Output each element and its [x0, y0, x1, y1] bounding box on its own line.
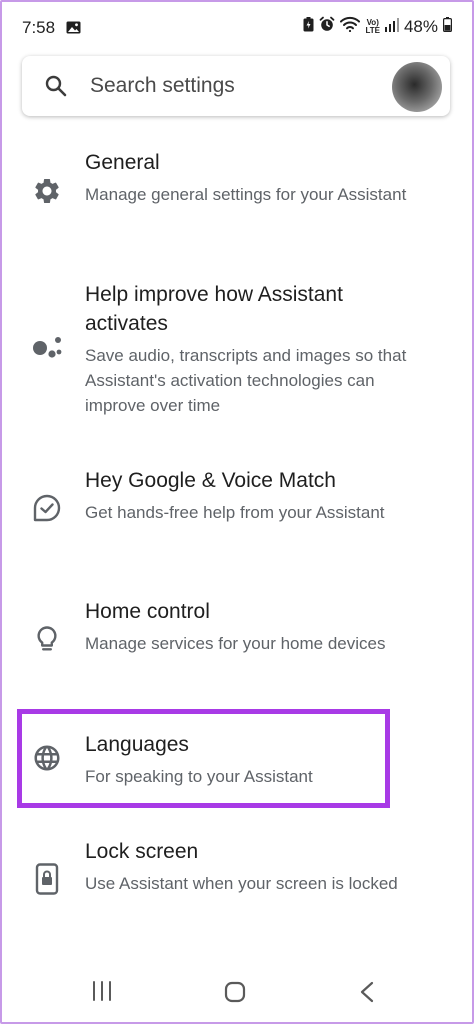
- battery-saver-icon: [303, 16, 314, 37]
- setting-item-title: Lock screen: [85, 840, 199, 863]
- battery-percent: 48%: [403, 16, 438, 36]
- status-icons: Vo) LTE 48%: [303, 16, 453, 37]
- setting-item-title: Hey Google & Voice Match: [85, 469, 336, 492]
- gallery-notification-icon: [66, 21, 81, 39]
- navigation-bar: [0, 960, 474, 1024]
- search-input[interactable]: Search settings: [90, 74, 235, 98]
- search-icon: [44, 74, 68, 103]
- battery-icon: [443, 16, 453, 37]
- status-time: 7:58: [22, 18, 56, 37]
- languages-highlight-box: [17, 709, 390, 808]
- alarm-icon: [319, 16, 335, 37]
- lock-screen-icon: [35, 863, 59, 900]
- assistant-dots-icon: [32, 336, 64, 367]
- recents-icon[interactable]: [91, 980, 113, 1007]
- home-icon[interactable]: [223, 980, 247, 1009]
- signal-icon: [384, 17, 399, 37]
- status-bar: 7:58 Vo) LTE 48%: [0, 0, 474, 52]
- wifi-icon: [340, 16, 361, 37]
- setting-item-subtitle: Manage services for your home devices: [85, 634, 386, 653]
- setting-item-title: Help improve how Assistant activates: [85, 283, 343, 335]
- avatar[interactable]: [392, 62, 442, 112]
- setting-item-subtitle: Save audio, transcripts and images so th…: [85, 346, 407, 415]
- search-bar[interactable]: Search settings: [22, 56, 450, 116]
- setting-item-subtitle: Use Assistant when your screen is locked: [85, 874, 398, 893]
- lightbulb-icon: [32, 624, 62, 659]
- setting-item-title: Home control: [85, 600, 210, 623]
- gear-icon: [32, 176, 62, 211]
- setting-item-subtitle: Manage general settings for your Assista…: [85, 185, 407, 204]
- volte-line2: LTE: [365, 25, 380, 35]
- back-icon[interactable]: [357, 980, 377, 1009]
- setting-item-title: General: [85, 151, 160, 174]
- voice-match-icon: [32, 493, 62, 528]
- volte-indicator: Vo) LTE: [365, 18, 380, 35]
- setting-item-subtitle: Get hands-free help from your Assistant: [85, 503, 385, 522]
